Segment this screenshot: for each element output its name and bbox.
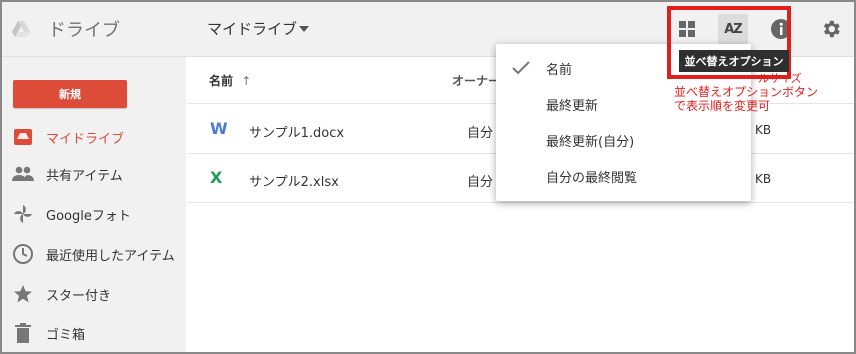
sidebar-item-label: スター付き <box>46 288 112 304</box>
trash-icon <box>12 322 34 344</box>
photos-icon <box>12 203 34 225</box>
column-header-owner[interactable]: オーナー <box>452 72 500 89</box>
people-icon <box>12 163 34 185</box>
sort-option-label: 名前 <box>546 62 573 78</box>
sort-options-tooltip: 並べ替えオプション <box>679 50 789 72</box>
sort-option-modified-by-me[interactable]: 最終更新(自分) <box>496 122 751 158</box>
file-name: サンプル2.xlsx <box>249 175 339 190</box>
file-owner: 自分 <box>467 126 494 141</box>
star-icon <box>12 283 34 305</box>
sidebar-item-trash[interactable]: ゴミ箱 <box>2 316 186 350</box>
file-size: KB <box>755 123 772 137</box>
folder-title[interactable]: マイドライブ <box>207 18 297 39</box>
file-owner: 自分 <box>467 175 494 190</box>
gear-icon <box>823 20 840 38</box>
sort-option-opened-by-me[interactable]: 自分の最終閲覧 <box>496 158 751 194</box>
arrow-up-icon: ↑ <box>241 74 252 88</box>
clock-icon <box>12 243 34 265</box>
sort-option-label: 最終更新 <box>546 98 599 114</box>
sidebar-item-starred[interactable]: スター付き <box>2 277 186 311</box>
annotation-line: 並べ替えオプションボタン <box>674 85 819 99</box>
sort-option-label: 自分の最終閲覧 <box>546 170 638 186</box>
sidebar-item-shared[interactable]: 共有アイテム <box>2 157 186 191</box>
app-title: ドライブ <box>48 20 120 41</box>
sidebar-item-label: 共有アイテム <box>46 168 123 184</box>
column-header-label: 名前 <box>209 74 234 88</box>
excel-file-icon: X <box>210 168 223 187</box>
annotation-line: で表示順を変更可 <box>674 99 771 113</box>
file-size: KB <box>755 172 772 186</box>
new-button[interactable]: 新規 <box>13 80 127 108</box>
chevron-down-icon[interactable] <box>299 26 309 32</box>
drive-window: ドライブ マイドライブ AZ 新規 マイドライブ 共有アイテム Googleフォ… <box>2 2 854 352</box>
column-header-name[interactable]: 名前 ↑ <box>209 72 251 89</box>
sidebar-item-label: マイドライブ <box>46 131 125 147</box>
word-file-icon: W <box>210 119 228 138</box>
drive-icon <box>12 126 34 148</box>
annotation-note: 並べ替えオプションボタン で表示順を変更可 <box>674 85 854 113</box>
file-name: サンプル1.docx <box>249 126 345 141</box>
sidebar-item-my-drive[interactable]: マイドライブ <box>2 120 186 154</box>
drive-logo-icon <box>10 18 32 40</box>
check-icon <box>496 61 546 75</box>
sort-option-label: 最終更新(自分) <box>546 134 635 150</box>
sidebar-item-label: ゴミ箱 <box>46 327 86 343</box>
settings-button[interactable] <box>816 14 846 44</box>
sidebar-item-label: Googleフォト <box>46 208 131 224</box>
sidebar-item-recent[interactable]: 最近使用したアイテム <box>2 237 186 271</box>
sidebar-item-label: 最近使用したアイテム <box>46 248 175 264</box>
sidebar-item-photos[interactable]: Googleフォト <box>2 197 186 231</box>
